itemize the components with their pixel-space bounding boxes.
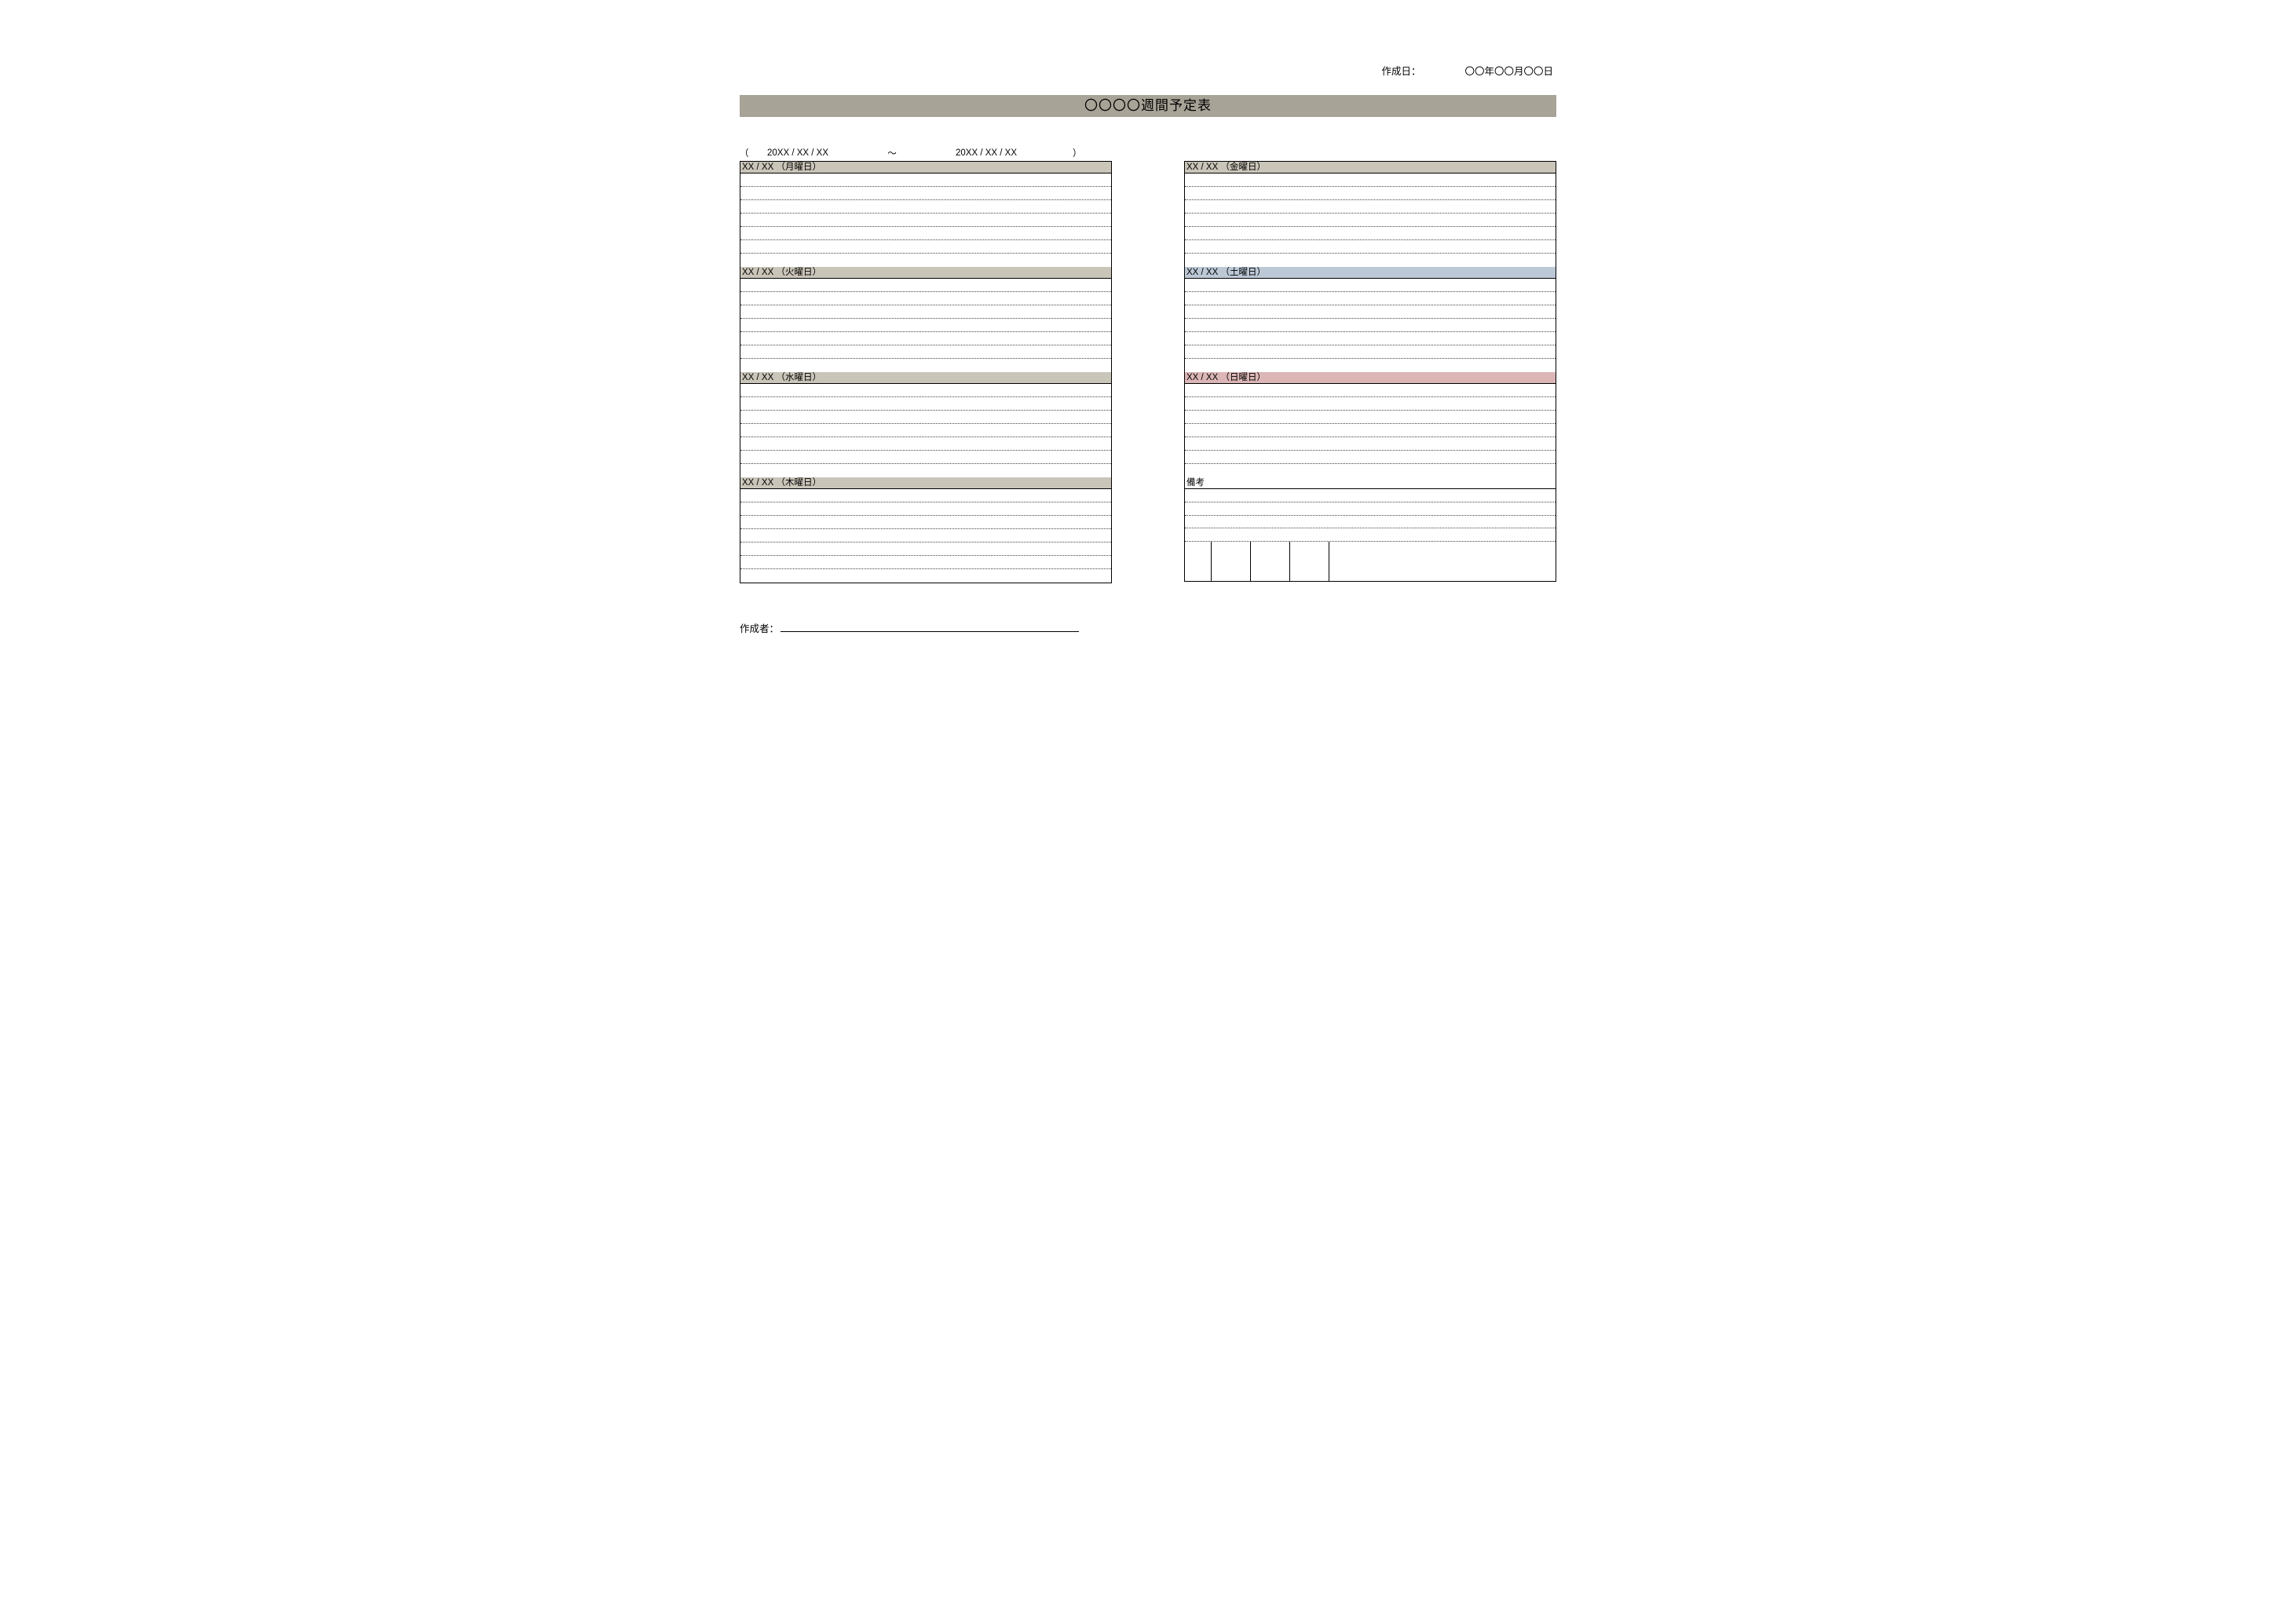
day-row[interactable] [740,214,1111,227]
day-row[interactable] [740,279,1111,292]
creator-value[interactable] [781,619,1079,632]
meta-top: 作成日： 〇〇年〇〇月〇〇日 [740,63,1556,78]
day-row[interactable] [740,502,1111,516]
day-row[interactable] [740,516,1111,529]
created-date: 〇〇年〇〇月〇〇日 [1464,63,1553,78]
day-row[interactable] [740,437,1111,451]
left-column: XX / XX （月曜日） XX / XX （火曜日） XX [740,161,1112,583]
date-range: （ 20XX / XX / XX ～ 20XX / XX / XX ） [740,147,1556,159]
stamp-pad [1185,542,1212,581]
day-row[interactable] [740,240,1111,254]
day-block-sunday: XX / XX （日曜日） [1184,372,1556,477]
day-row[interactable] [740,451,1111,464]
day-row[interactable] [1185,279,1556,292]
day-row[interactable] [1185,345,1556,359]
day-row[interactable] [1185,451,1556,464]
day-row[interactable] [740,384,1111,397]
day-row[interactable] [740,174,1111,187]
day-row[interactable] [1185,305,1556,319]
notes-row[interactable] [1185,516,1556,529]
range-close-paren: ） [1033,147,1073,159]
weekly-schedule-page: 作成日： 〇〇年〇〇月〇〇日 〇〇〇〇週間予定表 （ 20XX / XX / X… [678,0,1618,698]
day-row[interactable] [1185,359,1556,372]
day-row[interactable] [1185,411,1556,424]
day-header: XX / XX （木曜日） [740,477,1111,489]
day-row[interactable] [740,397,1111,411]
range-start: 20XX / XX / XX [751,148,845,158]
day-row[interactable] [740,227,1111,240]
day-header: XX / XX （土曜日） [1185,267,1556,279]
notes-row[interactable] [1185,489,1556,502]
created-label: 作成日： [1381,63,1420,78]
creator-label: 作成者： [740,620,779,635]
day-row[interactable] [740,464,1111,477]
day-row[interactable] [740,424,1111,437]
day-block-monday: XX / XX （月曜日） [740,161,1112,267]
day-row[interactable] [740,556,1111,569]
stamp-rest [1329,542,1556,581]
day-row[interactable] [740,569,1111,583]
stamp-box[interactable] [1212,542,1251,581]
day-header: XX / XX （金曜日） [1185,162,1556,174]
day-block-wednesday: XX / XX （水曜日） [740,372,1112,477]
stamp-box[interactable] [1290,542,1329,581]
day-row[interactable] [740,359,1111,372]
day-row[interactable] [740,489,1111,502]
day-header: XX / XX （水曜日） [740,372,1111,384]
day-row[interactable] [740,305,1111,319]
day-row[interactable] [1185,254,1556,267]
day-row[interactable] [1185,319,1556,332]
creator-row: 作成者： [740,619,1556,635]
stamp-area [1185,542,1556,581]
day-row[interactable] [1185,187,1556,200]
day-row[interactable] [1185,174,1556,187]
day-row[interactable] [1185,200,1556,214]
day-row[interactable] [1185,424,1556,437]
notes-row[interactable] [1185,502,1556,516]
stamp-box[interactable] [1251,542,1290,581]
notes-header: 備考 [1185,477,1556,489]
range-end: 20XX / XX / XX [939,148,1033,158]
day-row[interactable] [740,529,1111,542]
day-row[interactable] [740,292,1111,305]
day-row[interactable] [1185,227,1556,240]
day-header: XX / XX （火曜日） [740,267,1111,279]
day-block-friday: XX / XX （金曜日） [1184,161,1556,267]
day-row[interactable] [740,319,1111,332]
day-block-saturday: XX / XX （土曜日） [1184,267,1556,372]
range-tilde: ～ [845,147,939,159]
notes-row[interactable] [1185,528,1556,541]
day-row[interactable] [740,200,1111,214]
right-column: XX / XX （金曜日） XX / XX （土曜日） XX [1184,161,1556,583]
day-row[interactable] [740,187,1111,200]
title-bar: 〇〇〇〇週間予定表 [740,95,1556,117]
day-block-tuesday: XX / XX （火曜日） [740,267,1112,372]
day-row[interactable] [740,254,1111,267]
day-row[interactable] [1185,332,1556,345]
notes-body[interactable] [1185,489,1556,542]
columns: XX / XX （月曜日） XX / XX （火曜日） XX [740,161,1556,583]
range-open-paren: （ [740,147,751,159]
notes-block: 備考 [1184,477,1556,582]
day-row[interactable] [1185,384,1556,397]
day-row[interactable] [1185,240,1556,254]
day-row[interactable] [1185,214,1556,227]
day-row[interactable] [1185,397,1556,411]
day-row[interactable] [1185,464,1556,477]
day-block-thursday: XX / XX （木曜日） [740,477,1112,583]
day-row[interactable] [740,411,1111,424]
day-header: XX / XX （月曜日） [740,162,1111,174]
day-row[interactable] [1185,292,1556,305]
day-row[interactable] [740,345,1111,359]
day-row[interactable] [740,332,1111,345]
day-header: XX / XX （日曜日） [1185,372,1556,384]
day-row[interactable] [740,542,1111,556]
day-row[interactable] [1185,437,1556,451]
